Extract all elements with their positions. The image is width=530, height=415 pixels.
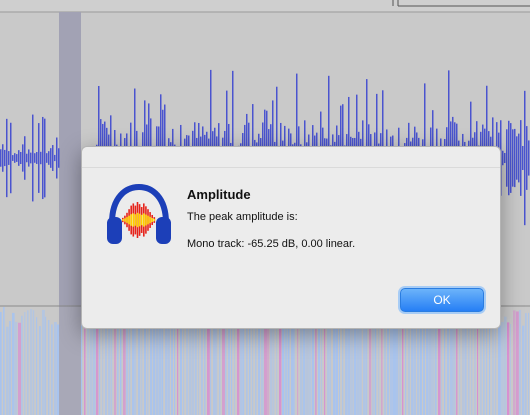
dialog-titlebar[interactable] — [82, 147, 500, 168]
dialog-title: Amplitude — [187, 187, 251, 202]
ok-button[interactable]: OK — [400, 288, 484, 312]
audacity-logo-icon — [107, 183, 171, 244]
peak-amplitude-value: Mono track: -65.25 dB, 0.00 linear. — [187, 238, 356, 250]
peak-amplitude-label: The peak amplitude is: — [187, 211, 298, 223]
amplitude-dialog: Amplitude The peak amplitude is: Mono tr… — [81, 146, 501, 329]
